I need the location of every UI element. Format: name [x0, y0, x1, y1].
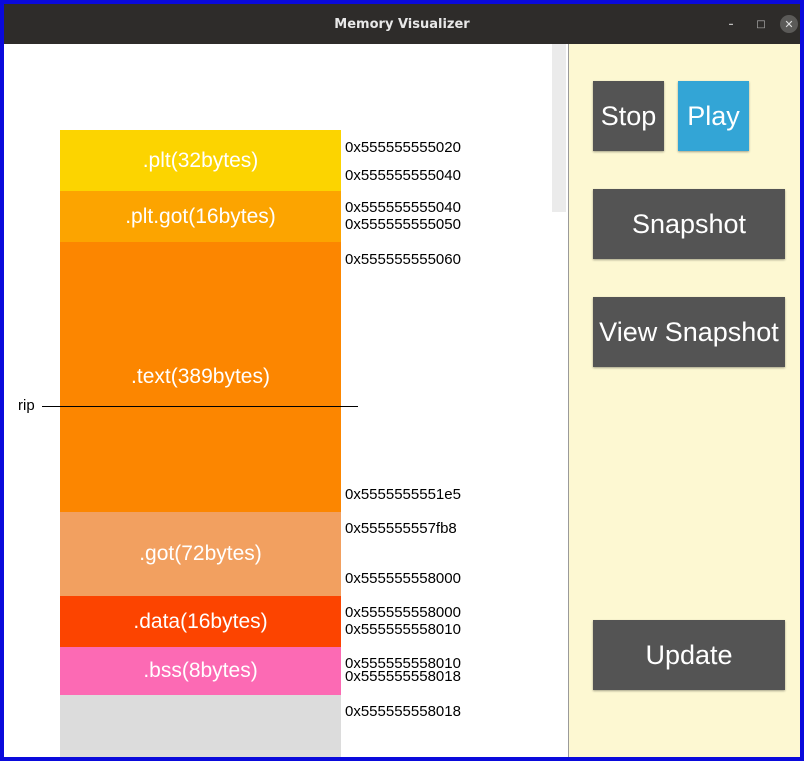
address-label: 0x555555558000: [345, 604, 461, 621]
address-label: 0x555555555050: [345, 216, 461, 233]
segment-text: .text(389bytes): [60, 242, 341, 512]
stop-button[interactable]: Stop: [593, 81, 664, 151]
segment-label: .plt.got(16bytes): [125, 204, 276, 228]
segment-label: .plt(32bytes): [142, 148, 259, 172]
app-window: Memory Visualizer – □ ✕ .plt(32bytes) .p…: [4, 4, 800, 757]
snapshot-button[interactable]: Snapshot: [593, 189, 785, 259]
segment-bss: .bss(8bytes): [60, 647, 341, 695]
memory-map: .plt(32bytes) .plt.got(16bytes) .text(38…: [4, 44, 568, 757]
scrollbar[interactable]: [552, 44, 566, 212]
segment-label: .data(16bytes): [133, 609, 268, 633]
address-label: 0x555555558018: [345, 703, 461, 720]
address-label: 0x555555555020: [345, 139, 461, 156]
address-label: 0x5555555551e5: [345, 486, 461, 503]
view-snapshot-button[interactable]: View Snapshot: [593, 297, 785, 367]
segment-got: .got(72bytes): [60, 512, 341, 596]
play-button[interactable]: Play: [678, 81, 749, 151]
address-label: 0x555555555040: [345, 167, 461, 184]
address-label: 0x555555558000: [345, 570, 461, 587]
address-label: 0x555555555040: [345, 199, 461, 216]
rip-label: rip: [18, 397, 35, 414]
rip-pointer-line: [42, 406, 358, 407]
control-panel: Stop Play Snapshot View Snapshot Update: [568, 44, 800, 757]
segment-label: .got(72bytes): [139, 542, 262, 565]
window-title: Memory Visualizer: [334, 16, 470, 32]
segment-plt: .plt(32bytes): [60, 130, 341, 191]
close-icon[interactable]: ✕: [780, 15, 798, 33]
segment-unmapped: [60, 695, 341, 757]
segment-plt-got: .plt.got(16bytes): [60, 191, 341, 242]
segment-label: .text(389bytes): [131, 365, 270, 388]
update-button[interactable]: Update: [593, 620, 785, 690]
maximize-icon[interactable]: □: [752, 15, 770, 33]
address-label: 0x555555557fb8: [345, 520, 457, 537]
segment-data: .data(16bytes): [60, 596, 341, 647]
address-label: 0x555555558010: [345, 621, 461, 638]
address-label: 0x555555558018: [345, 668, 461, 685]
minimize-icon[interactable]: –: [722, 15, 740, 33]
address-label: 0x555555555060: [345, 251, 461, 268]
main-content: .plt(32bytes) .plt.got(16bytes) .text(38…: [4, 44, 800, 757]
title-bar[interactable]: Memory Visualizer – □ ✕: [4, 4, 800, 44]
segment-label: .bss(8bytes): [143, 659, 258, 682]
